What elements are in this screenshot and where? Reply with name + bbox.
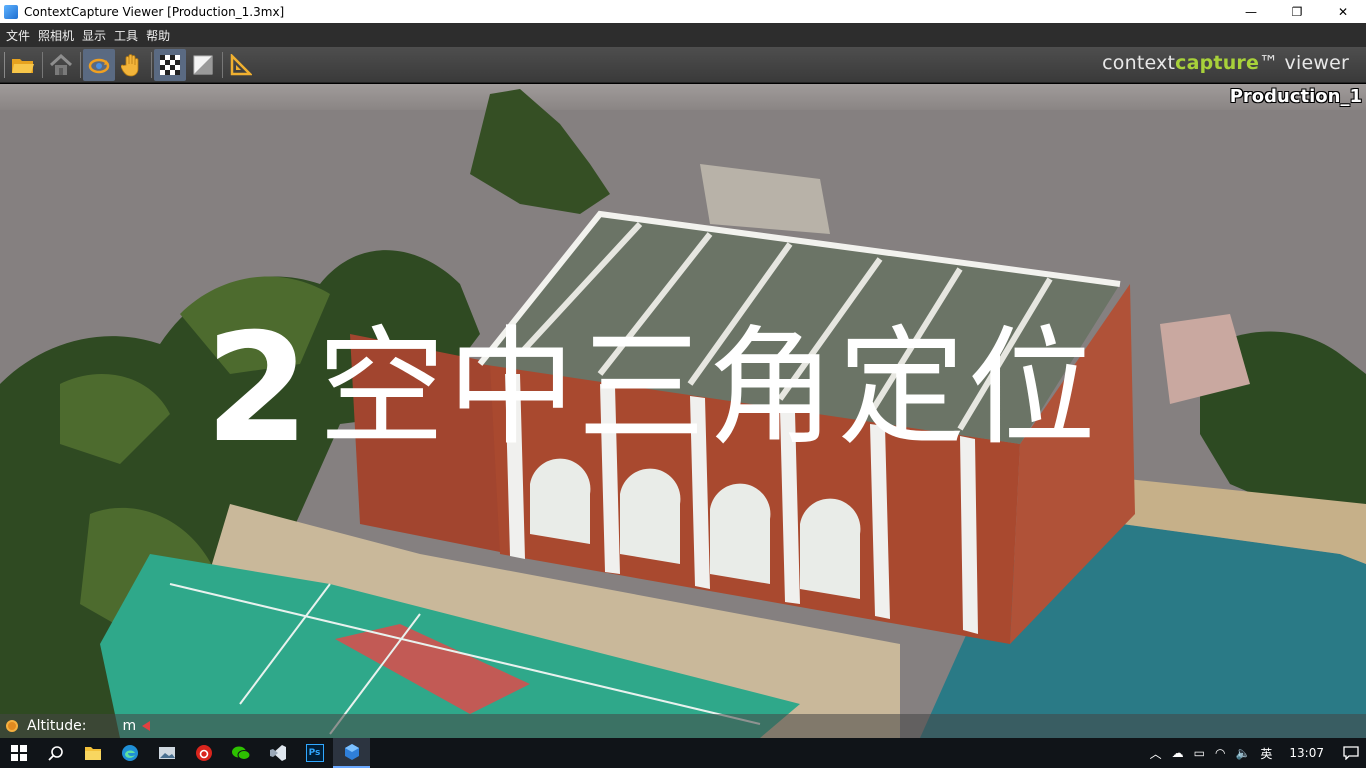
tray-show-hidden-icon[interactable]: ︿ bbox=[1145, 745, 1167, 762]
wifi-icon[interactable]: ◠ bbox=[1210, 746, 1230, 760]
status-bar: Altitude: m bbox=[0, 714, 1366, 738]
toolbar-separator bbox=[80, 51, 81, 78]
orbit-button[interactable] bbox=[83, 48, 115, 81]
menu-tools[interactable]: 工具 bbox=[110, 27, 142, 44]
toolbar-grip bbox=[4, 51, 5, 78]
clock[interactable]: 13:07 bbox=[1277, 746, 1336, 760]
taskbar-contextcapture[interactable] bbox=[333, 738, 370, 768]
minimize-button[interactable]: — bbox=[1228, 0, 1274, 23]
netease-music-icon bbox=[195, 745, 212, 761]
vscode-icon bbox=[269, 745, 286, 761]
open-folder-button[interactable] bbox=[7, 49, 39, 81]
close-button[interactable]: ✕ bbox=[1320, 0, 1366, 23]
menu-help[interactable]: 帮助 bbox=[142, 27, 174, 44]
toolbar: contextcapture™ viewer bbox=[0, 47, 1366, 83]
open-folder-icon bbox=[12, 58, 34, 73]
taskbar-photo-app[interactable] bbox=[148, 738, 185, 768]
toolbar-separator bbox=[151, 51, 152, 78]
taskbar-netease-music[interactable] bbox=[185, 738, 222, 768]
window-controls: — ❐ ✕ bbox=[1228, 0, 1366, 23]
taskbar-search-button[interactable] bbox=[37, 738, 74, 768]
background-house-top bbox=[700, 164, 830, 234]
brand-logo: contextcapture™ viewer bbox=[1102, 52, 1349, 74]
overlay-title: 空中三角定位 bbox=[317, 314, 1098, 463]
checker-texture-icon bbox=[160, 54, 180, 75]
home-view-button[interactable] bbox=[45, 49, 77, 81]
altitude-label: Altitude: bbox=[27, 718, 87, 734]
photoshop-icon: Ps bbox=[305, 744, 324, 762]
wechat-icon bbox=[231, 746, 250, 760]
start-button[interactable] bbox=[0, 738, 37, 768]
window-title: ContextCapture Viewer [Production_1.3mx] bbox=[24, 4, 285, 19]
contextcapture-icon bbox=[344, 744, 359, 760]
home-view-icon bbox=[49, 53, 73, 75]
measure-icon bbox=[230, 53, 252, 75]
toolbar-separator bbox=[222, 51, 223, 78]
menu-bar: 文件 照相机 显示 工具 帮助 bbox=[0, 23, 1366, 47]
texture-toggle-button[interactable] bbox=[154, 48, 186, 81]
app-logo-icon bbox=[4, 4, 18, 19]
3d-viewport[interactable]: Production_1 2 空中三角定位 bbox=[0, 84, 1366, 738]
edge-browser-icon bbox=[121, 745, 138, 761]
taskbar-vscode[interactable] bbox=[259, 738, 296, 768]
shading-icon bbox=[193, 55, 213, 74]
measure-button[interactable] bbox=[225, 49, 257, 81]
shading-button[interactable] bbox=[187, 49, 219, 81]
menu-camera[interactable]: 照相机 bbox=[34, 27, 78, 44]
maximize-button[interactable]: ❐ bbox=[1274, 0, 1320, 23]
production-name: Production_1 bbox=[1229, 86, 1362, 107]
file-explorer-icon bbox=[84, 747, 101, 760]
orbit-icon bbox=[88, 58, 110, 73]
windows-start-icon bbox=[10, 745, 27, 761]
taskbar-edge[interactable] bbox=[111, 738, 148, 768]
search-icon bbox=[47, 746, 63, 761]
onedrive-icon[interactable]: ☁ bbox=[1167, 746, 1189, 760]
altitude-unit: m bbox=[122, 718, 137, 734]
taskbar-wechat[interactable] bbox=[222, 738, 259, 768]
taskbar-file-explorer[interactable] bbox=[74, 738, 111, 768]
overlay-number: 2 bbox=[205, 302, 309, 476]
overlay-caption: 2 空中三角定位 bbox=[205, 314, 1097, 464]
volume-icon[interactable]: 🔈 bbox=[1230, 746, 1255, 760]
system-tray: ︿ ☁ ▭ ◠ 🔈 英 13:07 bbox=[1145, 738, 1366, 768]
direction-arrow-icon bbox=[142, 721, 151, 731]
menu-display[interactable]: 显示 bbox=[78, 27, 110, 44]
pan-button[interactable] bbox=[116, 49, 148, 81]
toolbar-separator bbox=[42, 51, 43, 78]
photo-app-icon bbox=[158, 747, 175, 759]
notification-icon bbox=[1343, 746, 1359, 760]
menu-file[interactable]: 文件 bbox=[2, 27, 34, 44]
windows-taskbar: Ps ︿ ☁ ▭ ◠ 🔈 英 13:07 bbox=[0, 738, 1366, 768]
status-indicator-icon bbox=[6, 720, 18, 732]
tree-cluster-top bbox=[470, 89, 610, 214]
pan-hand-icon bbox=[121, 53, 139, 76]
notification-button[interactable] bbox=[1336, 738, 1366, 768]
taskbar-photoshop[interactable]: Ps bbox=[296, 738, 333, 768]
ime-indicator[interactable]: 英 bbox=[1255, 745, 1277, 762]
battery-icon[interactable]: ▭ bbox=[1189, 746, 1210, 760]
title-bar: ContextCapture Viewer [Production_1.3mx]… bbox=[0, 0, 1366, 23]
